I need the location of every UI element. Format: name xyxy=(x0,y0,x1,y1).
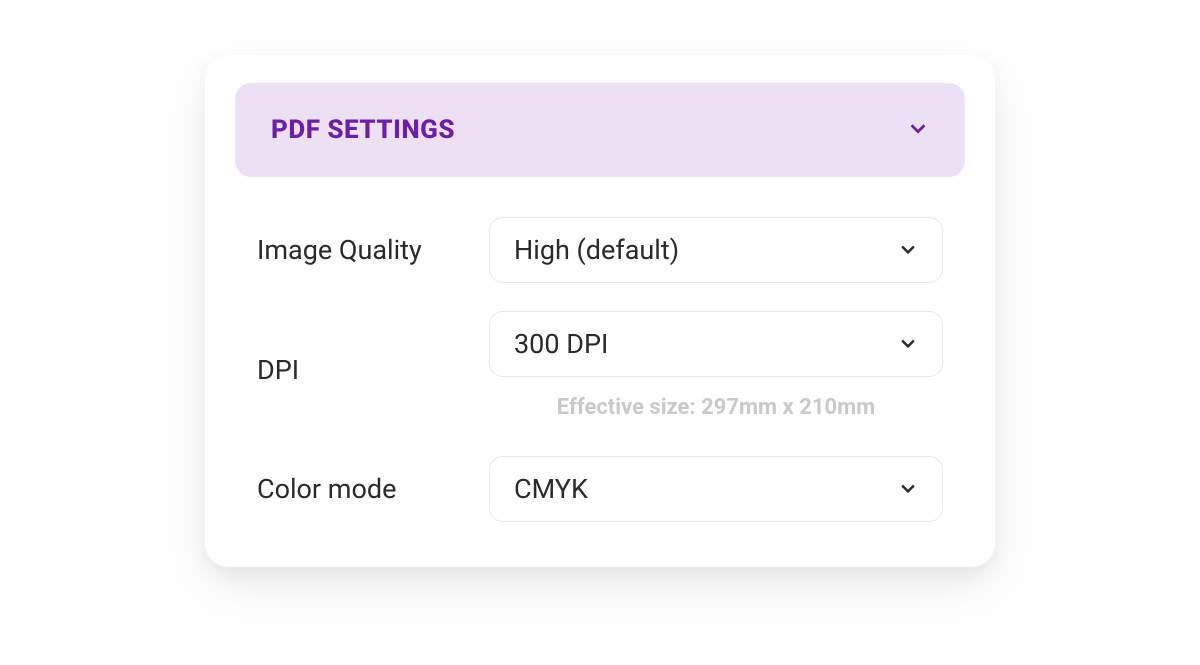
color-mode-label: Color mode xyxy=(257,473,489,505)
section-title: PDF SETTINGS xyxy=(271,115,455,145)
field-row-image-quality: Image Quality High (default) xyxy=(257,217,943,283)
dpi-label: DPI xyxy=(257,354,489,386)
fields-container: Image Quality High (default) DPI 300 DPI xyxy=(235,177,965,522)
image-quality-select[interactable]: High (default) xyxy=(489,217,943,283)
chevron-down-icon xyxy=(898,473,918,505)
color-mode-value: CMYK xyxy=(514,473,588,505)
dpi-select[interactable]: 300 DPI xyxy=(489,311,943,377)
dpi-helper-text: Effective size: 297mm x 210mm xyxy=(489,395,943,420)
chevron-down-icon xyxy=(907,117,929,143)
dpi-value: 300 DPI xyxy=(514,328,608,360)
chevron-down-icon xyxy=(898,234,918,266)
image-quality-label: Image Quality xyxy=(257,234,489,266)
field-row-dpi: DPI 300 DPI Effective size: 297mm x 210m… xyxy=(257,311,943,428)
color-mode-select[interactable]: CMYK xyxy=(489,456,943,522)
field-row-color-mode: Color mode CMYK xyxy=(257,456,943,522)
image-quality-value: High (default) xyxy=(514,234,679,266)
chevron-down-icon xyxy=(898,328,918,360)
section-header-pdf-settings[interactable]: PDF SETTINGS xyxy=(235,83,965,177)
pdf-settings-card: PDF SETTINGS Image Quality High (default… xyxy=(205,55,995,567)
